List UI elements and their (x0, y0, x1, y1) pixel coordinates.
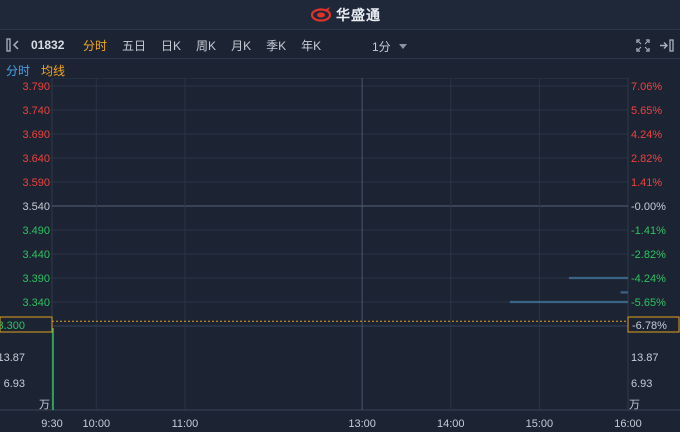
time-tick-label: 16:00 (614, 418, 642, 430)
interval-dropdown[interactable]: 1分 (372, 38, 407, 55)
tab-intraday[interactable]: 分时 (83, 37, 107, 54)
axis-labels: 3.300 -6.78% 13.87 13.87 6.93 6.93 万 万 3… (0, 81, 680, 430)
percent-tick-label: -4.24% (631, 273, 666, 285)
brand-logo-icon (310, 7, 332, 22)
volume-unit: 万 (629, 399, 640, 411)
volume-tick: 6.93 (631, 378, 652, 390)
time-tick-label: 11:00 (172, 418, 199, 430)
tab-daily-k[interactable]: 日K (161, 37, 181, 54)
fullscreen-icon[interactable] (636, 39, 650, 52)
brand-name: 华盛通 (336, 7, 381, 23)
price-series (52, 276, 628, 410)
title-bar: 华盛通 (0, 0, 680, 30)
tab-monthly-k[interactable]: 月K (231, 37, 251, 54)
chart-frame (51, 78, 629, 411)
tab-yearly-k[interactable]: 年K (301, 37, 321, 54)
tab-five-day[interactable]: 五日 (122, 37, 146, 54)
price-tick-label: 3.440 (22, 249, 50, 261)
percent-tick-label: 5.65% (631, 105, 662, 117)
legend-price: 分时 (6, 64, 31, 78)
price-tick-label: 3.790 (22, 81, 50, 93)
price-tick-label: 3.540 (22, 201, 50, 213)
time-tick-label: 13:00 (348, 418, 376, 430)
interval-value: 1分 (372, 40, 391, 54)
price-tick-label: 3.640 (22, 153, 50, 165)
chart-legend: 分时 均线 (0, 60, 680, 78)
intraday-chart[interactable]: 3.300 -6.78% 13.87 13.87 6.93 6.93 万 万 3… (0, 78, 680, 432)
legend-average: 均线 (41, 64, 66, 78)
chevron-down-icon (398, 44, 407, 49)
current-pct-label: -6.78% (632, 320, 667, 332)
price-tick-label: 3.390 (22, 273, 50, 285)
percent-tick-label: 4.24% (631, 129, 662, 141)
percent-tick-label: -2.82% (631, 249, 666, 261)
percent-tick-label: 2.82% (631, 153, 662, 165)
tab-weekly-k[interactable]: 周K (196, 37, 216, 54)
price-tick-label: 3.490 (22, 225, 50, 237)
percent-tick-label: -0.00% (631, 201, 666, 213)
time-tick-label: 14:00 (437, 418, 465, 430)
volume-tick: 6.93 (4, 378, 25, 390)
chart-grid (0, 78, 680, 411)
percent-tick-label: -1.41% (631, 225, 666, 237)
period-tabs: 分时 五日 日K 周K 月K 季K 年K (83, 37, 336, 54)
volume-tick: 13.87 (0, 352, 25, 364)
expand-panel-icon[interactable] (658, 39, 674, 52)
time-tick-label: 15:00 (526, 418, 554, 430)
percent-tick-label: -5.65% (631, 297, 666, 309)
volume-tick: 13.87 (631, 352, 659, 364)
volume-unit: 万 (39, 399, 50, 411)
time-tick-label: 10:00 (83, 418, 111, 430)
toolbar: 01832 分时 五日 日K 周K 月K 季K 年K 1分 (0, 31, 680, 59)
percent-tick-label: 1.41% (631, 177, 662, 189)
price-tick-label: 3.340 (22, 297, 50, 309)
price-tick-label: 3.590 (22, 177, 50, 189)
percent-tick-label: 7.06% (631, 81, 662, 93)
tab-quarterly-k[interactable]: 季K (266, 37, 286, 54)
price-tick-label: 3.740 (22, 105, 50, 117)
time-tick-label: 9:30 (41, 418, 62, 430)
current-price-label: 3.300 (0, 320, 25, 332)
price-tick-label: 3.690 (22, 129, 50, 141)
stock-code: 01832 (31, 38, 65, 52)
brand: 华盛通 (310, 6, 381, 24)
collapse-panel-icon[interactable] (6, 38, 22, 52)
